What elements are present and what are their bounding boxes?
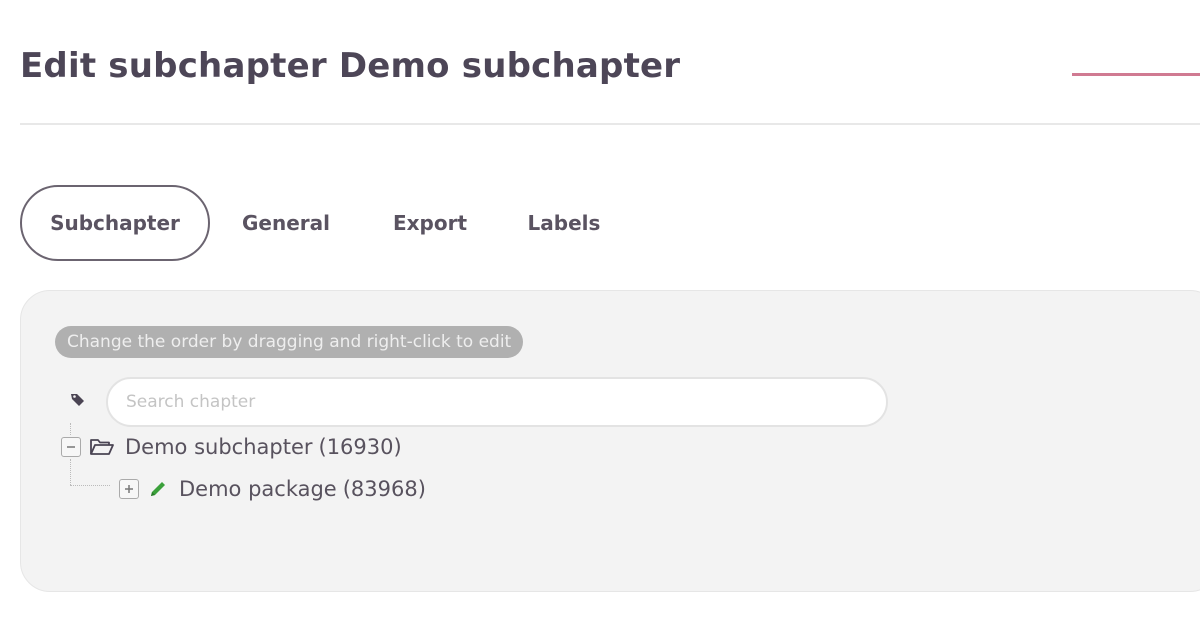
tab-export[interactable]: Export bbox=[376, 185, 484, 261]
page: Edit subchapter Demo subchapter Subchapt… bbox=[0, 0, 1200, 627]
chapter-tree-panel: Change the order by dragging and right-c… bbox=[20, 290, 1200, 592]
tree-node-demo-package[interactable]: Demo package (83968) bbox=[119, 471, 426, 507]
tree-connector bbox=[70, 485, 110, 486]
tab-label: Export bbox=[392, 211, 468, 235]
minus-icon bbox=[67, 446, 75, 448]
tab-labels[interactable]: Labels bbox=[514, 185, 614, 261]
tab-label: General bbox=[242, 211, 330, 235]
tree-node-id: (83968) bbox=[342, 477, 426, 501]
tab-general[interactable]: General bbox=[226, 185, 346, 261]
pencil-icon bbox=[147, 479, 169, 499]
tab-subchapter[interactable]: Subchapter bbox=[20, 185, 210, 261]
tree-node-demo-subchapter[interactable]: Demo subchapter (16930) bbox=[61, 429, 402, 465]
page-title: Edit subchapter Demo subchapter bbox=[20, 46, 681, 86]
plus-icon bbox=[125, 485, 133, 493]
folder-open-icon bbox=[89, 437, 115, 457]
collapse-toggle[interactable] bbox=[61, 437, 81, 457]
search-chapter-input[interactable] bbox=[106, 377, 888, 427]
tag-icon[interactable] bbox=[67, 389, 89, 411]
tree-node-label: Demo subchapter bbox=[125, 435, 313, 459]
tree-node-label: Demo package bbox=[179, 477, 337, 501]
expand-toggle[interactable] bbox=[119, 479, 139, 499]
tree-node-id: (16930) bbox=[318, 435, 402, 459]
accent-line bbox=[1072, 73, 1200, 76]
tab-label: Subchapter bbox=[50, 211, 180, 235]
drag-hint-badge: Change the order by dragging and right-c… bbox=[55, 326, 524, 358]
title-divider bbox=[20, 123, 1200, 125]
tab-label: Labels bbox=[527, 211, 601, 235]
